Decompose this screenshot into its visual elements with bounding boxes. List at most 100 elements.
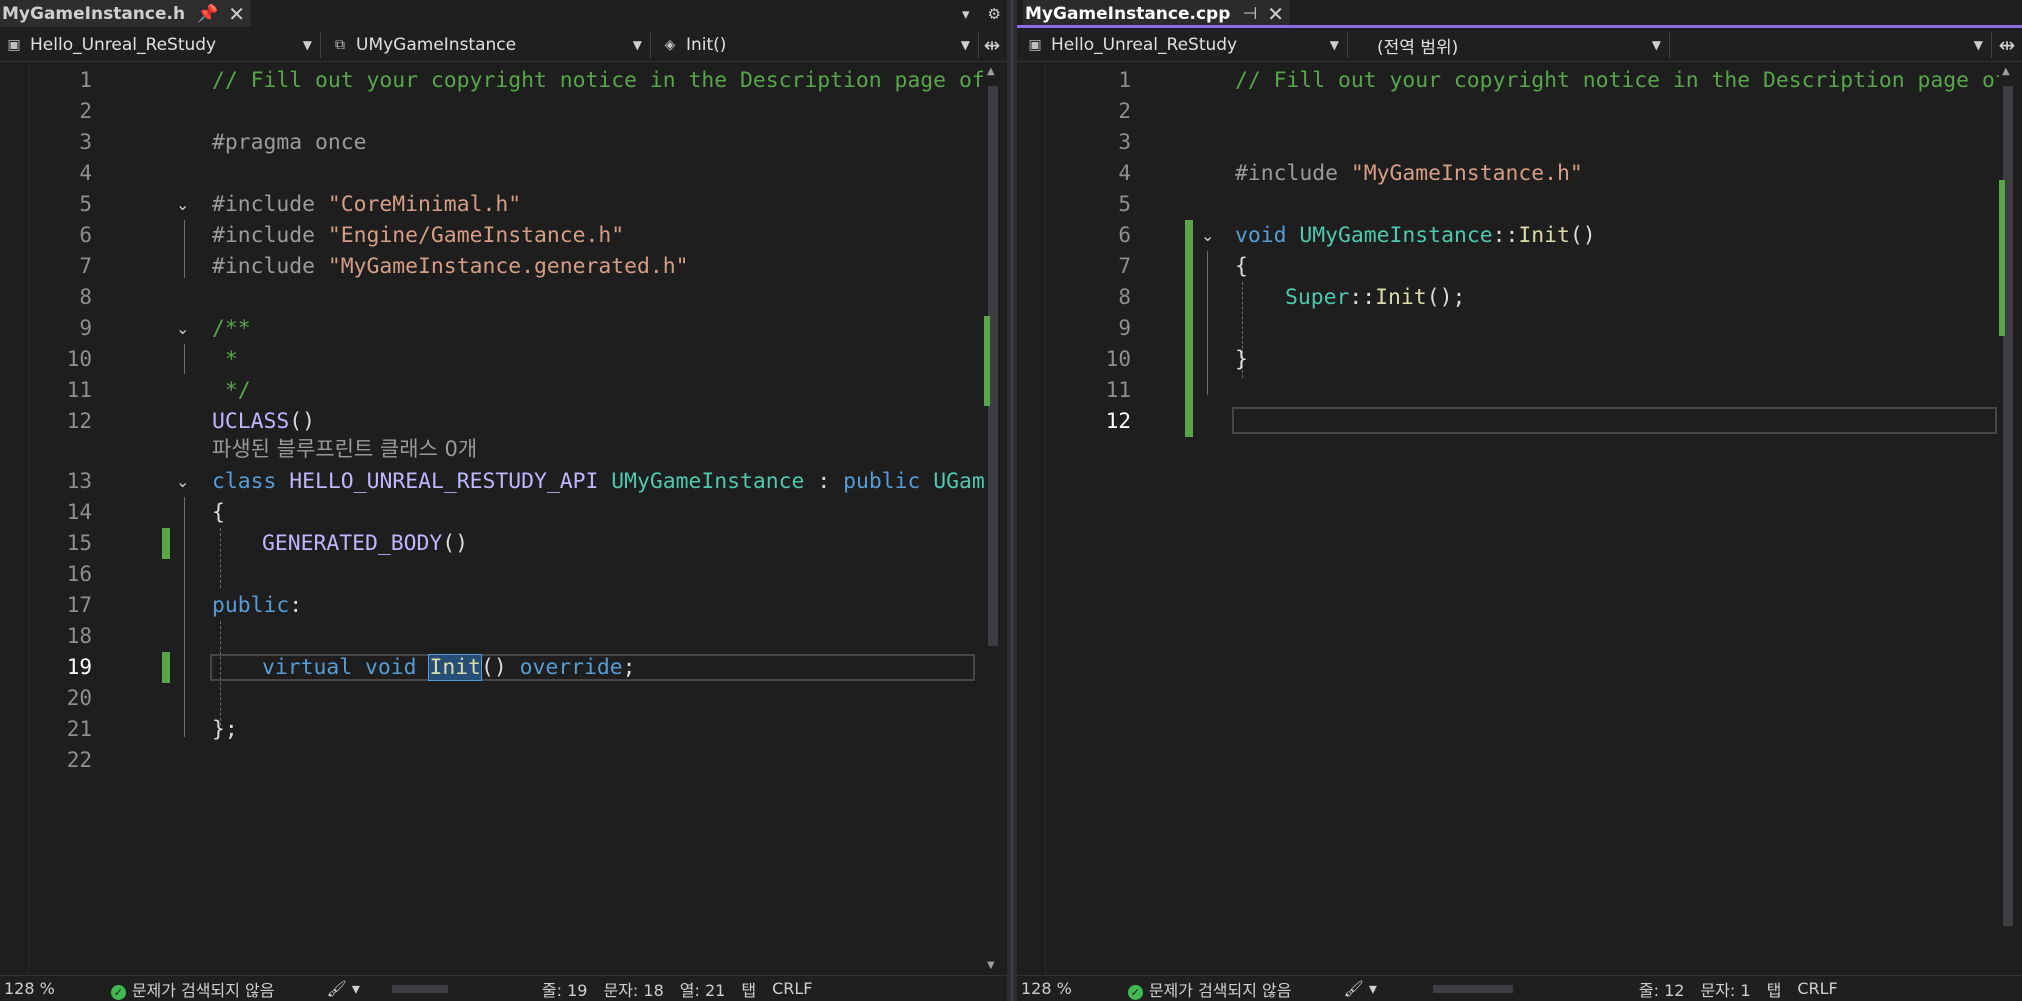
left-navigation-bar: ▣ Hello_Unreal_ReStudy ▼ ⧉ UMyGameInstan… xyxy=(0,29,1007,62)
change-overview-marker xyxy=(1999,180,2005,336)
issues-status[interactable]: ✓ 문제가 검색되지 않음 xyxy=(110,977,274,1001)
gear-icon[interactable]: ⚙ xyxy=(988,5,1001,23)
brush-icon[interactable]: 🖌 ▾ xyxy=(326,979,359,998)
close-icon[interactable]: ✕ xyxy=(228,2,245,26)
split-icon[interactable]: ⇹ xyxy=(1995,32,2019,58)
line-number: 13 xyxy=(66,469,92,493)
doc-comment: * xyxy=(212,347,238,372)
source-code-editor[interactable]: 1 2 3 4 5 6 7 8 9 10 11 12 ⌄ // Fill out… xyxy=(1017,62,2022,976)
line-number: 1 xyxy=(1118,68,1131,92)
vertical-scrollbar[interactable]: ▲ xyxy=(1999,62,2017,976)
scroll-up-icon[interactable]: ▲ xyxy=(987,66,995,77)
scope-dropdown[interactable]: (전역 범위) ▼ xyxy=(1353,32,1670,58)
code-line: Super::Init(); xyxy=(1285,282,1465,313)
function-init-selected[interactable]: Init xyxy=(428,654,482,681)
function-init: Init xyxy=(1375,285,1427,310)
include-path: "Engine/GameInstance.h" xyxy=(327,223,625,248)
scope-operator: :: xyxy=(1349,285,1376,310)
line-number-current: 19 xyxy=(66,655,92,679)
brace: { xyxy=(212,500,225,525)
line-number: 21 xyxy=(66,717,92,741)
horizontal-scrollbar[interactable] xyxy=(1393,983,1593,995)
tab-title: MyGameInstance.cpp xyxy=(1025,3,1231,24)
scroll-down-icon[interactable]: ▼ xyxy=(987,960,995,971)
active-tab-indicator xyxy=(1017,25,2022,28)
line-number: 16 xyxy=(66,562,92,586)
line-ending[interactable]: CRLF xyxy=(772,979,812,998)
line-number-current: 12 xyxy=(1105,409,1131,433)
project-dropdown[interactable]: ▣ Hello_Unreal_ReStudy ▼ xyxy=(1021,32,1348,58)
check-circle-icon: ✓ xyxy=(1127,984,1143,1000)
indent-guide xyxy=(220,528,221,588)
keyword-virtual: virtual xyxy=(262,655,353,680)
paren: () xyxy=(1569,223,1596,248)
line-number: 14 xyxy=(66,500,92,524)
fold-line xyxy=(184,220,185,278)
project-dropdown[interactable]: ▣ Hello_Unreal_ReStudy ▼ xyxy=(0,32,321,58)
class-name: UMyGameInstance xyxy=(356,35,517,55)
member-dropdown[interactable]: ◈ Init() ▼ xyxy=(656,32,979,58)
doc-comment: */ xyxy=(212,378,251,403)
line-number: 6 xyxy=(79,223,92,247)
code-line: #include "Engine/GameInstance.h" xyxy=(212,220,624,251)
codelens-blueprint-count[interactable]: 파생된 블루프린트 클래스 0개 xyxy=(212,437,477,461)
line-number: 1 xyxy=(79,68,92,92)
brace: } xyxy=(1235,347,1248,372)
line-number: 20 xyxy=(66,686,92,710)
pin-icon[interactable]: ⊣ xyxy=(1242,4,1257,24)
line-ending[interactable]: CRLF xyxy=(1797,979,1837,998)
line-number: 6 xyxy=(1118,223,1131,247)
split-icon[interactable]: ⇹ xyxy=(980,32,1004,58)
fold-chevron-icon[interactable]: ⌄ xyxy=(176,466,189,497)
fold-chevron-icon[interactable]: ⌄ xyxy=(176,313,189,344)
code-line: void UMyGameInstance::Init() xyxy=(1235,220,1596,251)
zoom-level[interactable]: 128 % xyxy=(4,979,55,998)
header-code-editor[interactable]: 1 2 3 4 5 6 7 8 9 10 11 12 13 14 15 16 1… xyxy=(0,62,1007,976)
vertical-scrollbar[interactable]: ▲ ▼ xyxy=(984,62,1002,976)
comment: // Fill out your copyright notice in the… xyxy=(212,68,985,93)
glyph-margin xyxy=(1017,62,1046,976)
chevron-down-icon: ▼ xyxy=(960,38,970,52)
horizontal-scrollbar[interactable] xyxy=(376,983,496,995)
uclass-macro: UCLASS xyxy=(212,409,290,434)
indent-mode[interactable]: 탭 xyxy=(1767,977,1782,1001)
class-dropdown[interactable]: ⧉ UMyGameInstance ▼ xyxy=(326,32,651,58)
line-number: 15 xyxy=(66,531,92,555)
include-path: "MyGameInstance.generated.h" xyxy=(327,254,689,279)
tab-mygameinstance-cpp[interactable]: MyGameInstance.cpp ⊣ ✕ xyxy=(1023,0,1290,27)
fold-chevron-icon[interactable]: ⌄ xyxy=(1201,220,1214,251)
brush-icon[interactable]: 🖌 ▾ xyxy=(1343,979,1376,998)
issues-status[interactable]: ✓ 문제가 검색되지 않음 xyxy=(1127,977,1291,1001)
indent-mode[interactable]: 탭 xyxy=(741,977,756,1001)
class-name: UMyGameInstance xyxy=(611,469,805,494)
api-macro: HELLO_UNREAL_RESTUDY_API xyxy=(289,469,599,494)
zoom-level[interactable]: 128 % xyxy=(1021,979,1072,998)
cursor-char: 문자: 1 xyxy=(1700,980,1751,1000)
right-status-bar: 128 % ✓ 문제가 검색되지 않음 🖌 ▾ 줄: 12 문자: 1 탭 CRL… xyxy=(1017,975,2022,1001)
scope-name: (전역 범위) xyxy=(1377,37,1459,58)
glyph-margin xyxy=(0,62,29,976)
scope-operator: :: xyxy=(1492,223,1519,248)
fold-line xyxy=(1207,251,1208,395)
tab-mygameinstance-h[interactable]: MyGameInstance.h 📌 ✕ xyxy=(0,0,252,27)
pragma-directive: #pragma once xyxy=(212,130,367,155)
project-name: Hello_Unreal_ReStudy xyxy=(1051,35,1238,55)
member-name: Init() xyxy=(686,35,727,55)
project-icon: ▣ xyxy=(7,37,21,53)
line-number: 10 xyxy=(66,347,92,371)
code-line: /** xyxy=(212,313,251,344)
code-line: #include "CoreMinimal.h" xyxy=(212,189,521,220)
pane-splitter[interactable] xyxy=(1007,0,1017,1001)
change-marker xyxy=(162,652,170,683)
scroll-up-icon[interactable]: ▲ xyxy=(2002,66,2010,77)
line-number: 2 xyxy=(79,99,92,123)
member-dropdown[interactable]: ▼ xyxy=(1675,32,1992,58)
chevron-down-icon[interactable]: ▾ xyxy=(962,5,970,23)
keyword-void: void xyxy=(1235,223,1287,248)
keyword-override: override xyxy=(519,655,623,680)
keyword-class: class xyxy=(212,469,277,494)
pin-icon[interactable]: 📌 xyxy=(197,4,218,24)
fold-chevron-icon[interactable]: ⌄ xyxy=(176,189,189,220)
brace: }; xyxy=(212,717,238,742)
close-icon[interactable]: ✕ xyxy=(1267,2,1284,26)
